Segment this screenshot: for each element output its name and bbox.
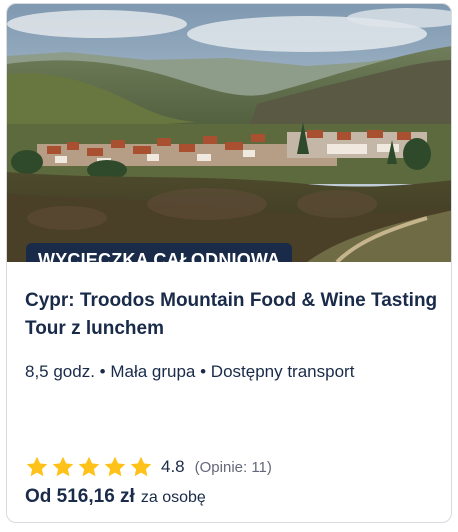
- tour-photo[interactable]: WYCIECZKA CAŁODNIOWA: [7, 4, 451, 262]
- price-row: Od 516,16 zł za osobę: [25, 486, 206, 508]
- price-unit: za osobę: [140, 489, 206, 506]
- review-count: (Opinie: 11): [194, 458, 272, 476]
- rating-value: 4.8: [161, 457, 185, 476]
- tour-details: 8,5 godz. • Mała grupa • Dostępny transp…: [25, 362, 355, 381]
- star-icon: [77, 455, 101, 479]
- category-badge: WYCIECZKA CAŁODNIOWA: [26, 243, 293, 262]
- rating-row: 4.8 (Opinie: 11): [25, 454, 272, 480]
- rating-stars: [25, 455, 153, 479]
- tour-title[interactable]: Cypr: Troodos Mountain Food & Wine Tasti…: [25, 287, 440, 343]
- star-icon: [25, 455, 49, 479]
- star-icon: [129, 455, 153, 479]
- star-icon: [103, 455, 127, 479]
- price-amount: Od 516,16 zł: [25, 486, 135, 507]
- star-icon: [51, 455, 75, 479]
- tour-card[interactable]: WYCIECZKA CAŁODNIOWA Cypr: Troodos Mount…: [6, 3, 452, 523]
